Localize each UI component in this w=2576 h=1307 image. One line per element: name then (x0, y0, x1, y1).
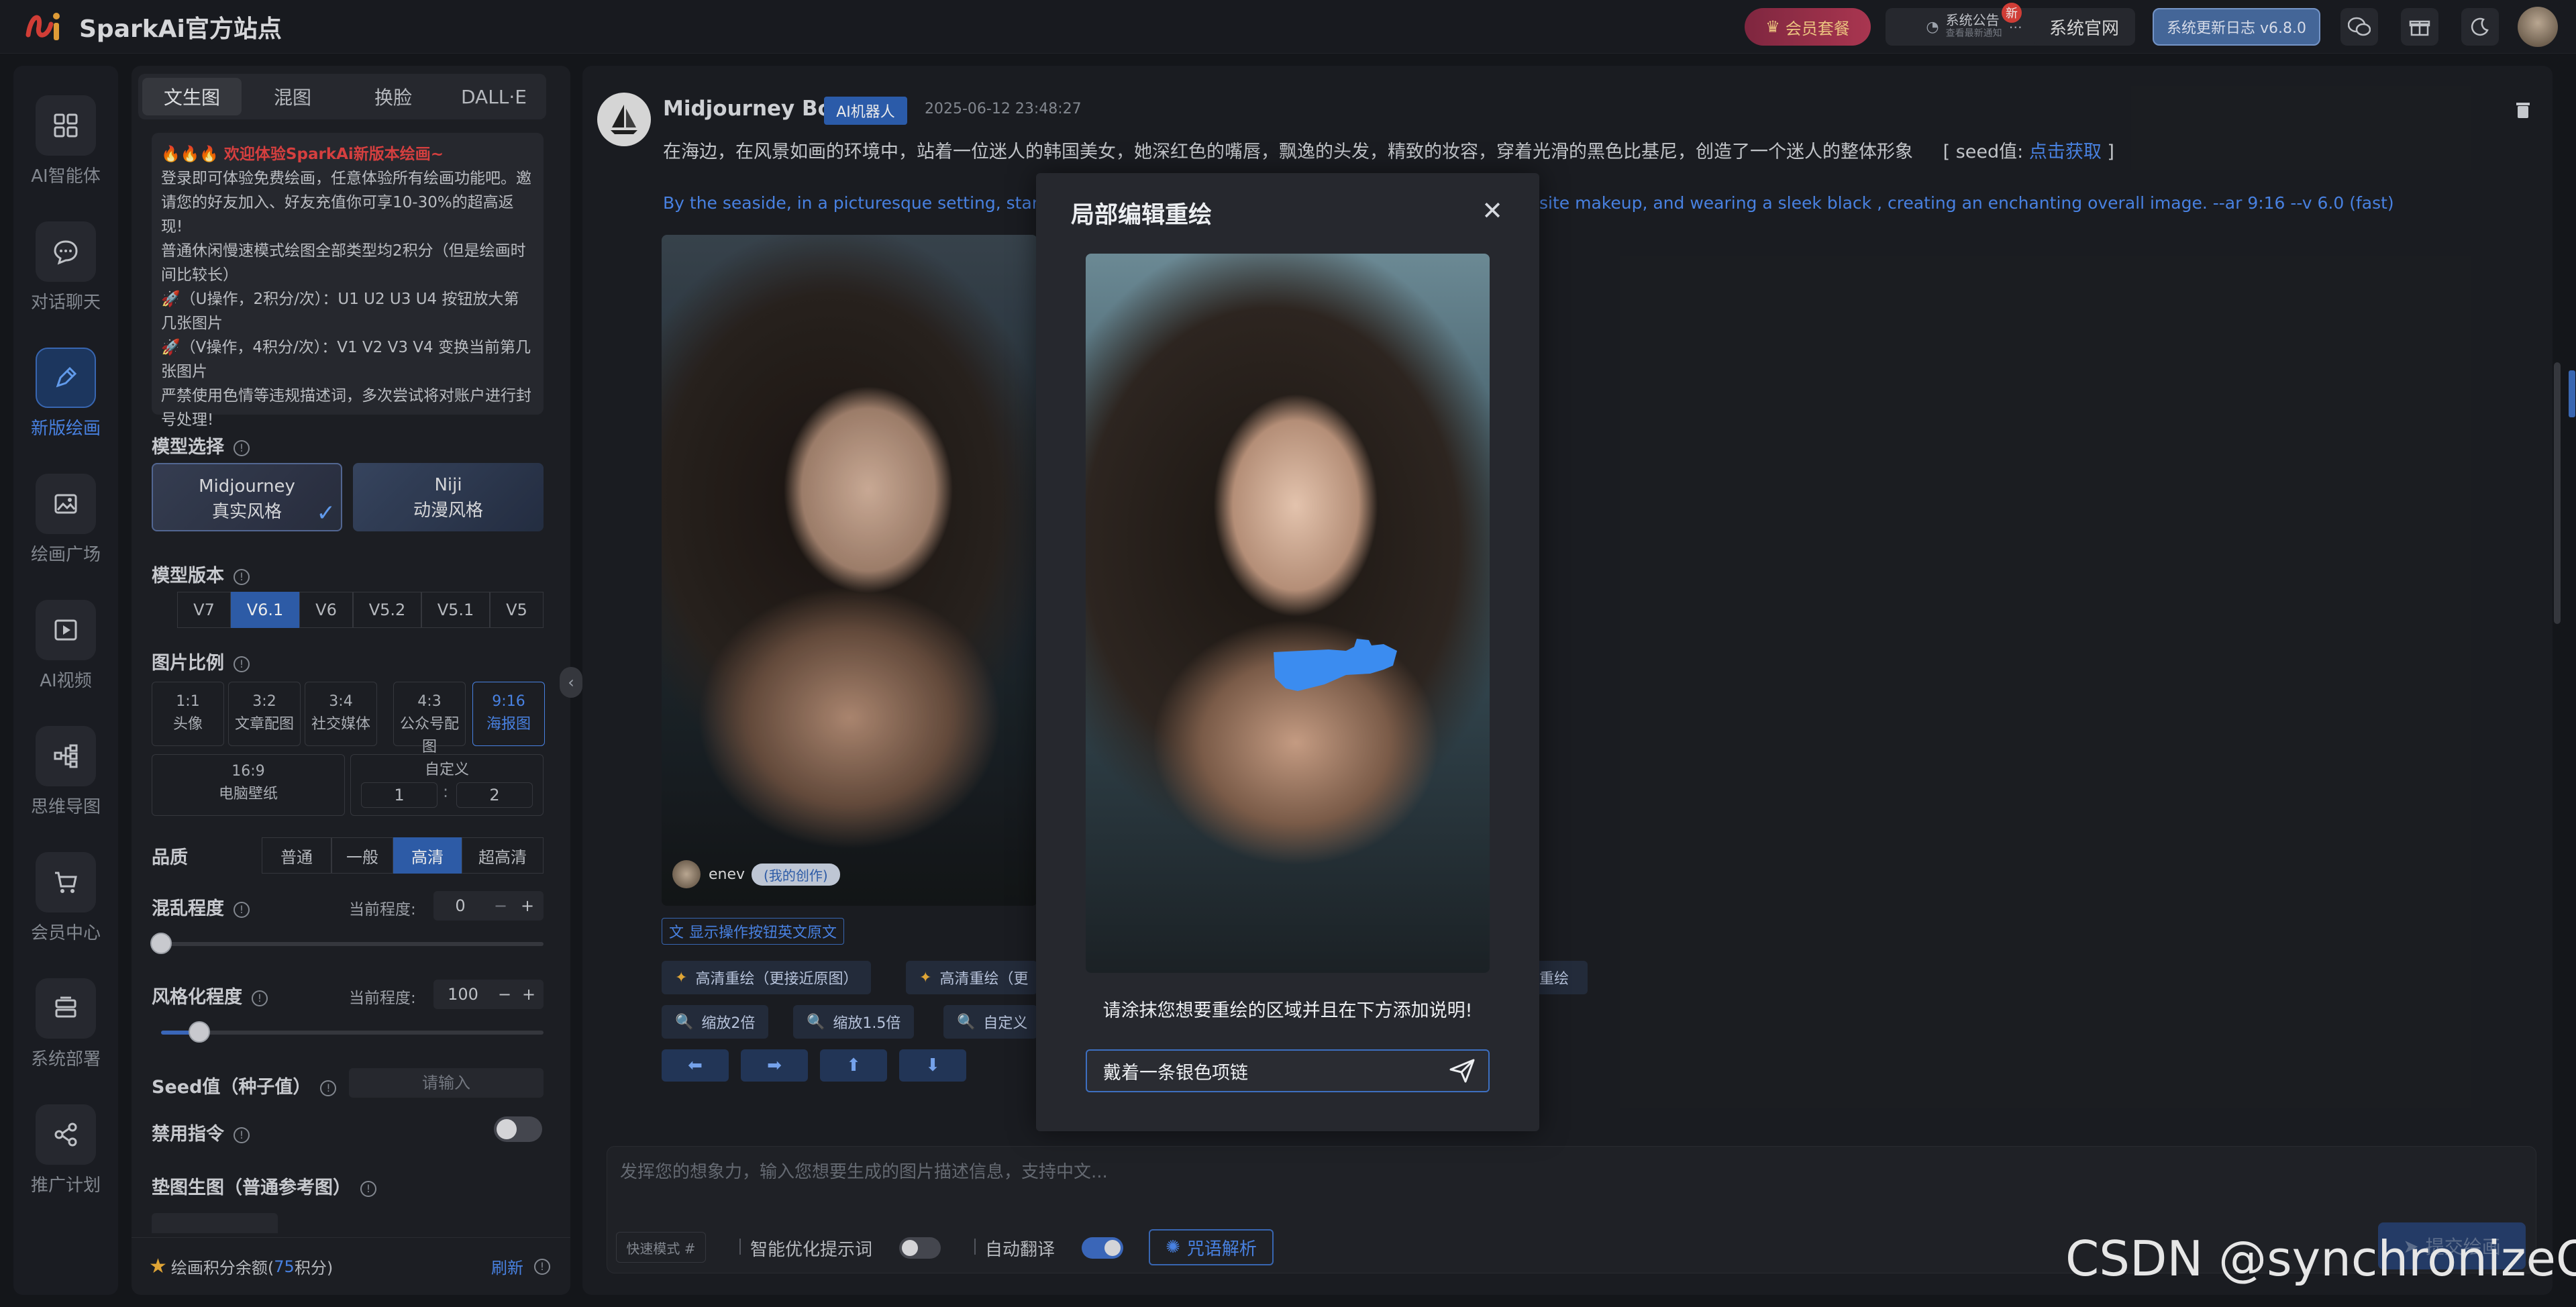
send-icon[interactable] (1449, 1059, 1475, 1083)
modal-title: 局部编辑重绘 (1071, 202, 1213, 229)
close-icon[interactable]: ✕ (1479, 196, 1506, 225)
inpaint-description-input[interactable]: 戴着一条银色项链 (1086, 1049, 1490, 1092)
inpaint-canvas[interactable] (1086, 254, 1490, 973)
watermark-text: CSDN @synchronizeOn (2065, 1231, 2576, 1287)
brush-mask (1274, 639, 1397, 691)
modal-hint: 请涂抹您想要重绘的区域并且在下方添加说明! (1102, 1000, 1473, 1021)
